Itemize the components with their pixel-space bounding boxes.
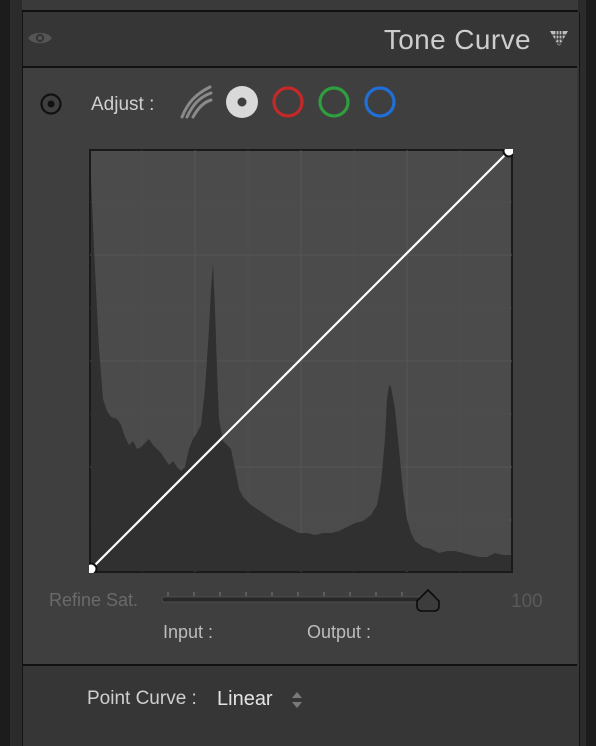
refine-sat-label: Refine Sat. [49,590,139,610]
point-curve-row: Point Curve : Linear [23,664,577,746]
tone-curve-graph[interactable] [89,149,513,573]
curve-point-black[interactable] [89,562,98,574]
left-frame [0,0,10,746]
refine-sat-value: 100 [511,591,543,612]
targeted-adjustment-icon[interactable] [39,92,63,116]
channel-blue-button[interactable] [362,84,398,120]
select-arrows-icon[interactable] [291,690,303,710]
panel-above-edge [22,0,578,12]
right-frame [586,0,596,746]
parametric-curve-icon[interactable] [178,84,214,120]
collapse-triangle-icon[interactable] [549,29,569,49]
point-curve-label: Point Curve : [87,688,197,709]
slider-thumb[interactable] [416,588,440,612]
channel-rgb-button[interactable] [224,84,260,120]
point-curve-select[interactable]: Linear [217,688,273,711]
input-label: Input : [163,622,214,642]
curve-point-white[interactable] [502,149,514,158]
output-label: Output : [307,622,372,642]
refine-sat-slider[interactable] [160,588,442,618]
adjust-label: Adjust : [91,94,155,115]
tone-curve-panel: Tone Curve Adjust : Refine Sat. 100 Inpu… [22,12,580,746]
channel-red-button[interactable] [270,84,306,120]
panel-title: Tone Curve [383,24,531,55]
tone-curve-body: Adjust : Refine Sat. 100 Input: Output … [23,66,577,666]
channel-green-button[interactable] [316,84,352,120]
panel-header[interactable]: Tone Curve [23,12,579,66]
eye-icon[interactable] [26,28,54,48]
